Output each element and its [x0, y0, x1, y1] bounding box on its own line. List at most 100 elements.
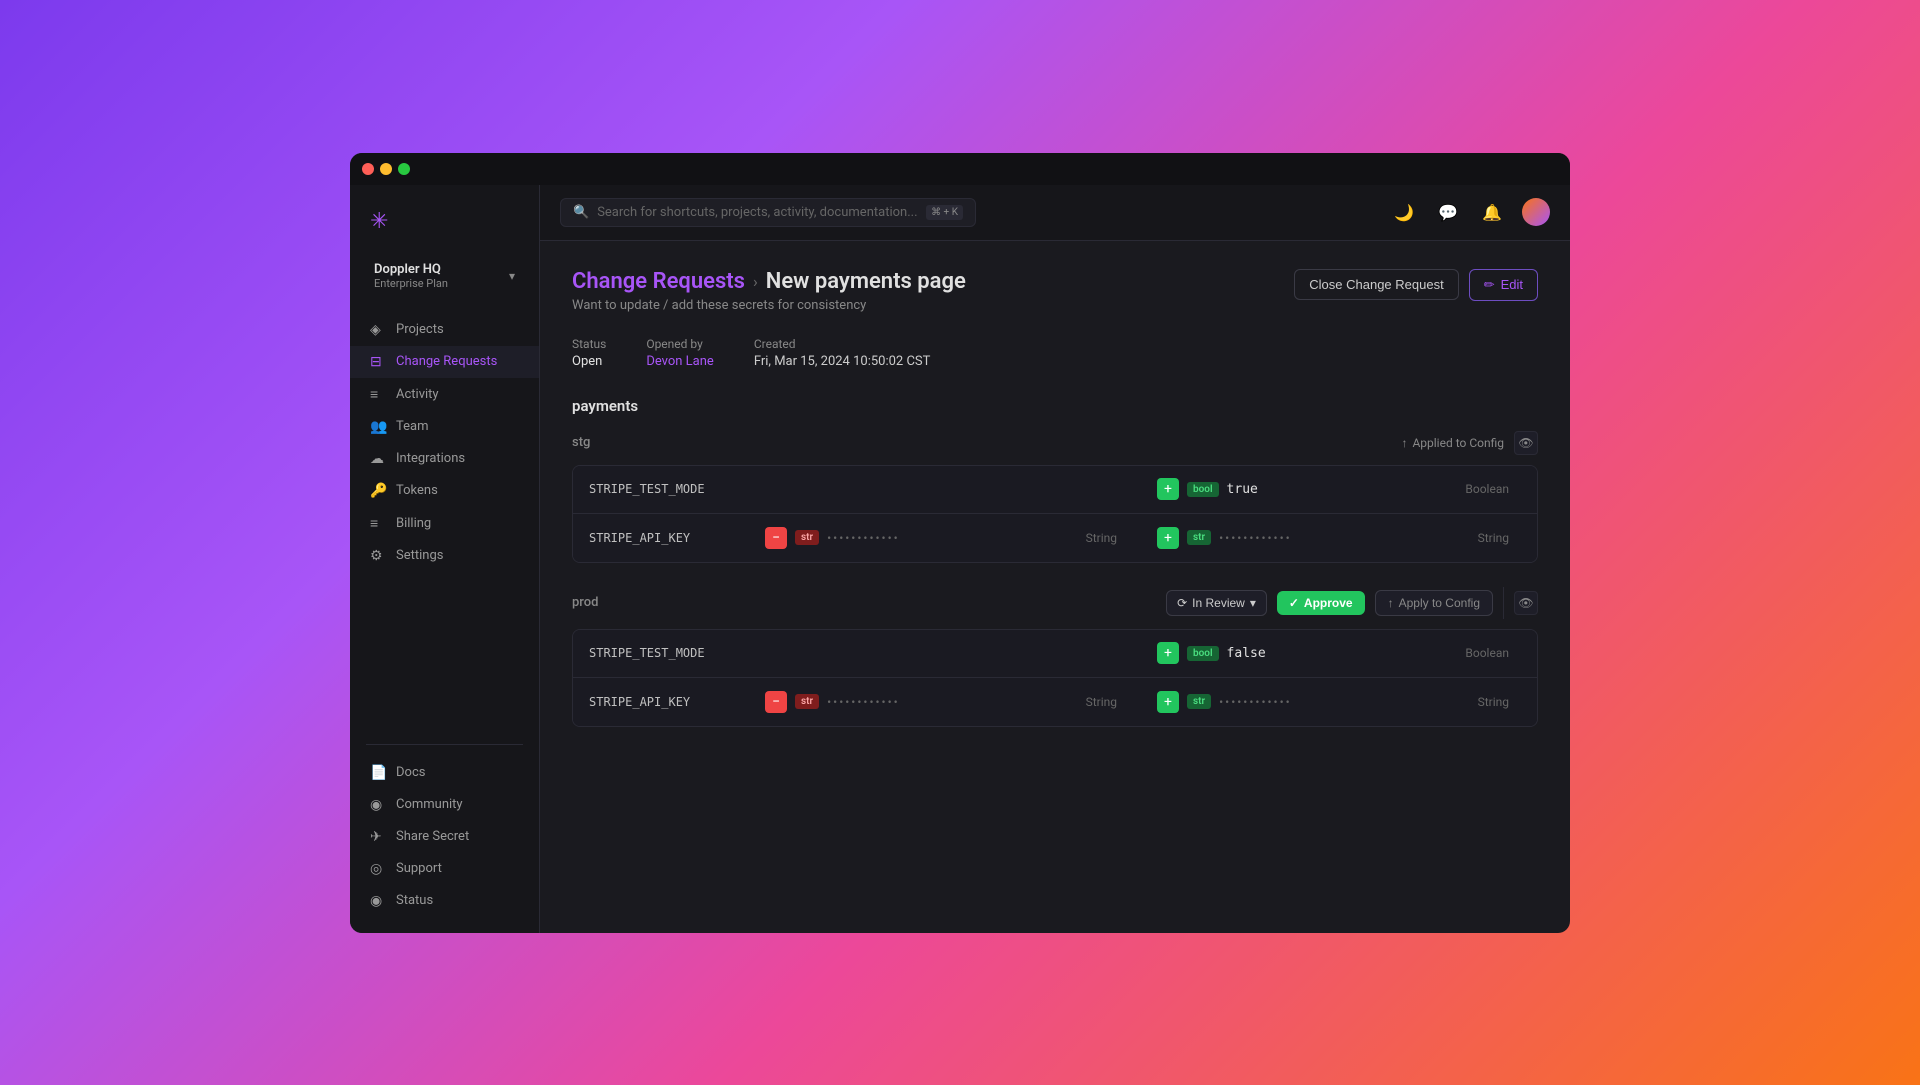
edit-button[interactable]: ✏ Edit — [1469, 269, 1538, 301]
search-kbd: ⌘ + K — [926, 205, 963, 220]
title-bar — [350, 153, 1570, 185]
dark-mode-button[interactable]: 🌙 — [1390, 198, 1418, 226]
sidebar-item-share-secret[interactable]: ✈ Share Secret — [350, 821, 539, 853]
close-traffic-light[interactable] — [362, 163, 374, 175]
stg-row2-old-dots: •••••••••••• — [827, 531, 900, 545]
stg-row2-new-dots: •••••••••••• — [1219, 531, 1292, 545]
sidebar-item-change-requests-label: Change Requests — [396, 354, 497, 369]
change-requests-icon: ⊟ — [370, 354, 386, 370]
secret-key-prod-1: STRIPE_TEST_MODE — [573, 646, 753, 660]
prod-eye-button[interactable]: 👁 — [1514, 591, 1538, 615]
stg-row1-plus-btn[interactable]: + — [1157, 478, 1179, 500]
sidebar-item-integrations[interactable]: ☁ Integrations — [350, 443, 539, 475]
stg-row2-minus-btn[interactable]: − — [765, 527, 787, 549]
approve-button[interactable]: ✓ Approve — [1277, 591, 1365, 615]
page-header: Change Requests › New payments page Want… — [572, 269, 1538, 313]
status-label: Status — [572, 337, 606, 351]
sidebar-item-tokens-label: Tokens — [396, 483, 438, 498]
page-content: Change Requests › New payments page Want… — [540, 241, 1570, 933]
stg-eye-button[interactable]: 👁 — [1514, 431, 1538, 455]
sidebar: ✳ Doppler HQ Enterprise Plan ▾ ◈ Project… — [350, 185, 540, 933]
prod-row2-plus-btn[interactable]: + — [1157, 691, 1179, 713]
activity-icon: ≡ — [370, 386, 386, 403]
sidebar-item-billing-label: Billing — [396, 516, 431, 531]
chat-button[interactable]: 💬 — [1434, 198, 1462, 226]
docs-icon: 📄 — [370, 765, 386, 781]
created-value: Fri, Mar 15, 2024 10:50:02 CST — [754, 354, 931, 369]
secret-old-value-stg-2: − str •••••••••••• String — [753, 527, 1145, 549]
prod-action-divider — [1503, 587, 1504, 619]
billing-icon: ≡ — [370, 515, 386, 532]
apply-config-up-icon: ↑ — [1388, 596, 1394, 610]
applied-label: Applied to Config — [1412, 436, 1504, 450]
sidebar-item-tokens[interactable]: 🔑 Tokens — [350, 475, 539, 507]
stg-row2-new-type-badge: str — [1187, 530, 1211, 545]
prod-row2-new-dots: •••••••••••• — [1219, 695, 1292, 709]
meta-row: Status Open Opened by Devon Lane Created… — [572, 337, 1538, 369]
stg-row2-old-type-badge: str — [795, 530, 819, 545]
stg-row1-type-badge: bool — [1187, 482, 1219, 497]
sidebar-item-support-label: Support — [396, 861, 442, 876]
app-window: ✳ Doppler HQ Enterprise Plan ▾ ◈ Project… — [350, 153, 1570, 933]
in-review-label: In Review — [1192, 596, 1245, 610]
top-bar: 🔍 Search for shortcuts, projects, activi… — [540, 185, 1570, 241]
user-avatar[interactable] — [1522, 198, 1550, 226]
prod-row2-old-dots: •••••••••••• — [827, 695, 900, 709]
breadcrumb-change-requests-link[interactable]: Change Requests — [572, 269, 745, 294]
apply-to-config-button[interactable]: ↑ Apply to Config — [1375, 590, 1493, 616]
sidebar-item-settings-label: Settings — [396, 548, 443, 563]
opened-by-value[interactable]: Devon Lane — [646, 354, 714, 369]
integrations-icon: ☁ — [370, 451, 386, 467]
minimize-traffic-light[interactable] — [380, 163, 392, 175]
prod-secrets-table: STRIPE_TEST_MODE + bool false Boolean — [572, 629, 1538, 727]
sidebar-item-change-requests[interactable]: ⊟ Change Requests — [350, 346, 539, 378]
community-icon: ◉ — [370, 797, 386, 813]
sidebar-item-support[interactable]: ◎ Support — [350, 853, 539, 885]
page-title: New payments page — [766, 269, 966, 294]
meta-created: Created Fri, Mar 15, 2024 10:50:02 CST — [754, 337, 931, 369]
stg-row1-value: true — [1227, 482, 1258, 497]
created-label: Created — [754, 337, 931, 351]
workspace-selector[interactable]: Doppler HQ Enterprise Plan ▾ — [358, 254, 531, 298]
settings-icon: ⚙ — [370, 548, 386, 564]
search-bar[interactable]: 🔍 Search for shortcuts, projects, activi… — [560, 198, 976, 227]
prod-row2-old-type-label: String — [1070, 695, 1133, 709]
notifications-button[interactable]: 🔔 — [1478, 198, 1506, 226]
env-group-prod: prod ⟳ In Review ▾ ✓ Approve — [572, 587, 1538, 727]
sidebar-item-team[interactable]: 👥 Team — [350, 411, 539, 443]
nav-divider — [366, 744, 523, 745]
sidebar-item-settings[interactable]: ⚙ Settings — [350, 540, 539, 572]
stg-row1-type-label: Boolean — [1449, 482, 1525, 496]
in-review-button[interactable]: ⟳ In Review ▾ — [1166, 590, 1267, 616]
stg-row2-plus-btn[interactable]: + — [1157, 527, 1179, 549]
sidebar-item-status[interactable]: ◉ Status — [350, 885, 539, 917]
sidebar-item-activity[interactable]: ≡ Activity — [350, 378, 539, 411]
sidebar-item-projects-label: Projects — [396, 322, 444, 337]
sidebar-item-community[interactable]: ◉ Community — [350, 789, 539, 821]
workspace-plan: Enterprise Plan — [374, 277, 448, 290]
sidebar-item-projects[interactable]: ◈ Projects — [350, 314, 539, 346]
prod-row2-minus-btn[interactable]: − — [765, 691, 787, 713]
search-icon: 🔍 — [573, 205, 589, 220]
workspace-chevron-icon: ▾ — [509, 269, 515, 283]
close-change-request-button[interactable]: Close Change Request — [1294, 269, 1458, 300]
tokens-icon: 🔑 — [370, 483, 386, 499]
sidebar-item-status-label: Status — [396, 893, 433, 908]
app-logo-icon: ✳ — [370, 209, 388, 234]
share-icon: ✈ — [370, 829, 386, 845]
sidebar-item-team-label: Team — [396, 419, 429, 434]
sidebar-item-activity-label: Activity — [396, 387, 439, 402]
secret-key-stg-2: STRIPE_API_KEY — [573, 531, 753, 545]
apply-to-config-label: Apply to Config — [1399, 596, 1480, 610]
prod-row1-type-badge: bool — [1187, 646, 1219, 661]
nav-bottom: 📄 Docs ◉ Community ✈ Share Secret ◎ Supp… — [350, 757, 539, 917]
sidebar-item-billing[interactable]: ≡ Billing — [350, 507, 539, 540]
page-header-left: Change Requests › New payments page Want… — [572, 269, 966, 313]
prod-row2-new-type-badge: str — [1187, 694, 1211, 709]
stg-env-actions: ↑ Applied to Config 👁 — [1401, 431, 1538, 455]
search-kbd-label: ⌘ + K — [926, 205, 963, 220]
fullscreen-traffic-light[interactable] — [398, 163, 410, 175]
prod-env-name: prod — [572, 595, 598, 610]
prod-row1-plus-btn[interactable]: + — [1157, 642, 1179, 664]
sidebar-item-docs[interactable]: 📄 Docs — [350, 757, 539, 789]
